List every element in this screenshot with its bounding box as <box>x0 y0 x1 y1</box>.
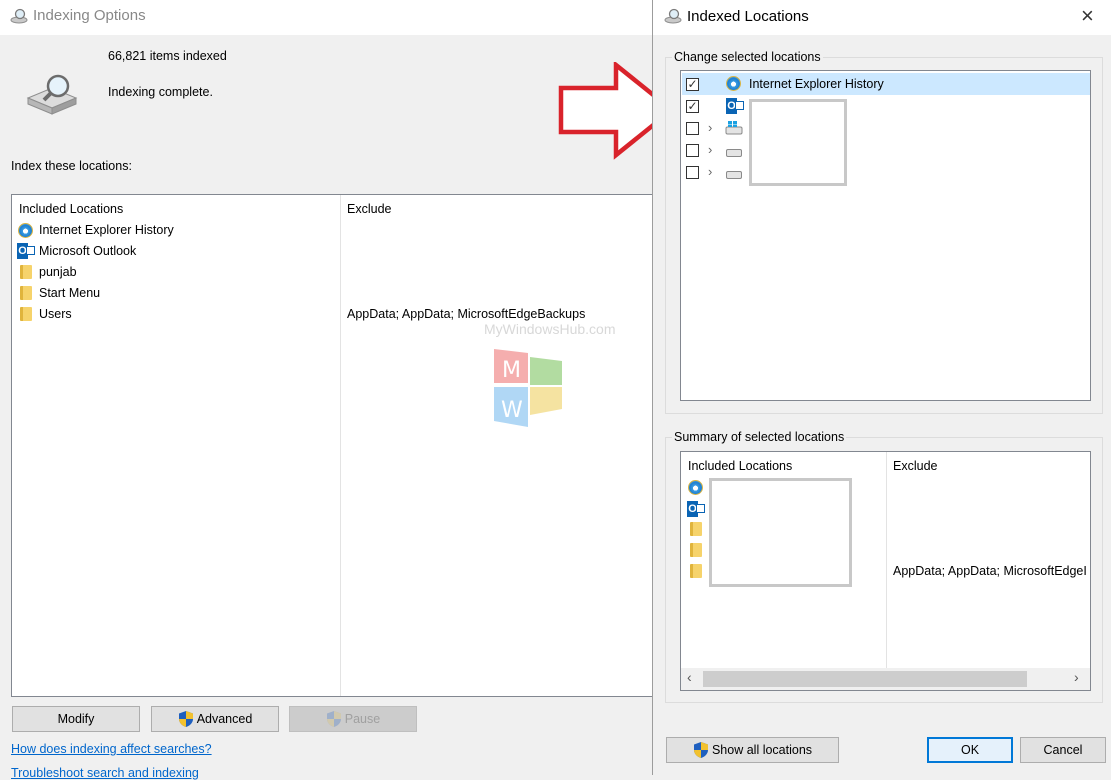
pause-button-label: Pause <box>344 712 381 726</box>
summary-list[interactable]: Included Locations Exclude O AppData; Ap… <box>680 451 1091 691</box>
modify-button[interactable]: Modify <box>12 706 140 732</box>
location-name: Microsoft Outlook <box>39 244 137 258</box>
chevron-right-icon[interactable]: › <box>708 142 712 157</box>
redaction-box <box>749 99 847 186</box>
tree-item-label: Internet Explorer History <box>749 77 884 91</box>
chevron-right-icon[interactable]: › <box>708 120 712 135</box>
indexing-options-title: Indexing Options <box>33 7 146 24</box>
drive-icon <box>726 149 742 157</box>
checkbox[interactable] <box>686 166 699 179</box>
dialog-title: Indexed Locations <box>687 8 809 25</box>
location-name: punjab <box>39 265 77 279</box>
advanced-button-label: Advanced <box>196 712 253 726</box>
outlook-icon: O <box>687 501 705 517</box>
folder-icon <box>690 543 702 557</box>
horizontal-scrollbar[interactable]: ‹ › <box>681 668 1090 690</box>
how-indexing-affects-link[interactable]: How does indexing affect searches? <box>11 742 212 756</box>
index-locations-label: Index these locations: <box>11 159 132 173</box>
scroll-left-icon[interactable]: ‹ <box>687 669 692 685</box>
show-all-locations-button[interactable]: Show all locations <box>666 737 839 763</box>
summary-exclude-users: AppData; AppData; MicrosoftEdgeI <box>893 564 1087 578</box>
folder-icon <box>20 307 32 321</box>
exclude-header[interactable]: Exclude <box>347 199 391 219</box>
scrollbar-thumb[interactable] <box>703 671 1027 687</box>
folder-icon <box>690 564 702 578</box>
column-divider <box>886 452 887 668</box>
checkbox[interactable] <box>686 144 699 157</box>
location-name: Users <box>39 307 72 321</box>
checkbox[interactable]: ✓ <box>686 100 699 113</box>
show-all-label: Show all locations <box>711 743 813 757</box>
locations-tree[interactable]: ✓ Internet Explorer History ✓ O › › › <box>680 70 1091 401</box>
checkbox[interactable]: ✓ <box>686 78 699 91</box>
summary-included-header[interactable]: Included Locations <box>688 456 792 476</box>
cancel-button[interactable]: Cancel <box>1020 737 1106 763</box>
drive-icon <box>726 171 742 179</box>
watermark-logo: M W <box>492 343 572 438</box>
uac-shield-icon <box>178 711 193 727</box>
column-divider <box>340 195 341 696</box>
folder-icon <box>690 522 702 536</box>
indexed-locations-icon <box>664 8 682 27</box>
folder-icon <box>20 265 32 279</box>
change-locations-label: Change selected locations <box>672 50 823 64</box>
included-locations-list[interactable]: Included Locations Exclude Internet Expl… <box>11 194 653 697</box>
items-indexed-count: 66,821 items indexed <box>108 49 227 63</box>
svg-text:W: W <box>501 398 523 423</box>
summary-exclude-header[interactable]: Exclude <box>893 456 937 476</box>
watermark-text: MyWindowsHub.com <box>484 321 616 337</box>
close-icon[interactable]: × <box>1081 5 1094 27</box>
included-locations-header[interactable]: Included Locations <box>19 199 123 219</box>
indexing-drive-icon <box>24 72 80 121</box>
chevron-right-icon[interactable]: › <box>708 164 712 179</box>
uac-shield-icon <box>326 711 341 727</box>
ie-icon <box>688 480 703 495</box>
ok-button[interactable]: OK <box>927 737 1013 763</box>
indexing-status: Indexing complete. <box>108 85 213 99</box>
redaction-box <box>709 478 852 587</box>
indexed-locations-dialog: Indexed Locations × Change selected loca… <box>652 0 1111 775</box>
scroll-right-icon[interactable]: › <box>1074 669 1079 685</box>
windows-drive-icon <box>725 121 743 138</box>
location-name: Internet Explorer History <box>39 223 174 237</box>
checkbox[interactable] <box>686 122 699 135</box>
troubleshoot-link[interactable]: Troubleshoot search and indexing <box>11 766 199 780</box>
indexing-options-icon <box>10 8 28 27</box>
folder-icon <box>20 286 32 300</box>
pause-button[interactable]: Pause <box>289 706 417 732</box>
uac-shield-icon <box>693 742 708 758</box>
selected-row-highlight <box>682 73 1090 95</box>
svg-text:M: M <box>502 358 521 383</box>
ie-icon <box>726 76 741 91</box>
outlook-icon: O <box>17 243 35 259</box>
ie-icon <box>18 223 33 238</box>
summary-label: Summary of selected locations <box>672 430 847 444</box>
location-name: Start Menu <box>39 286 101 300</box>
outlook-icon: O <box>726 98 744 114</box>
advanced-button[interactable]: Advanced <box>151 706 279 732</box>
